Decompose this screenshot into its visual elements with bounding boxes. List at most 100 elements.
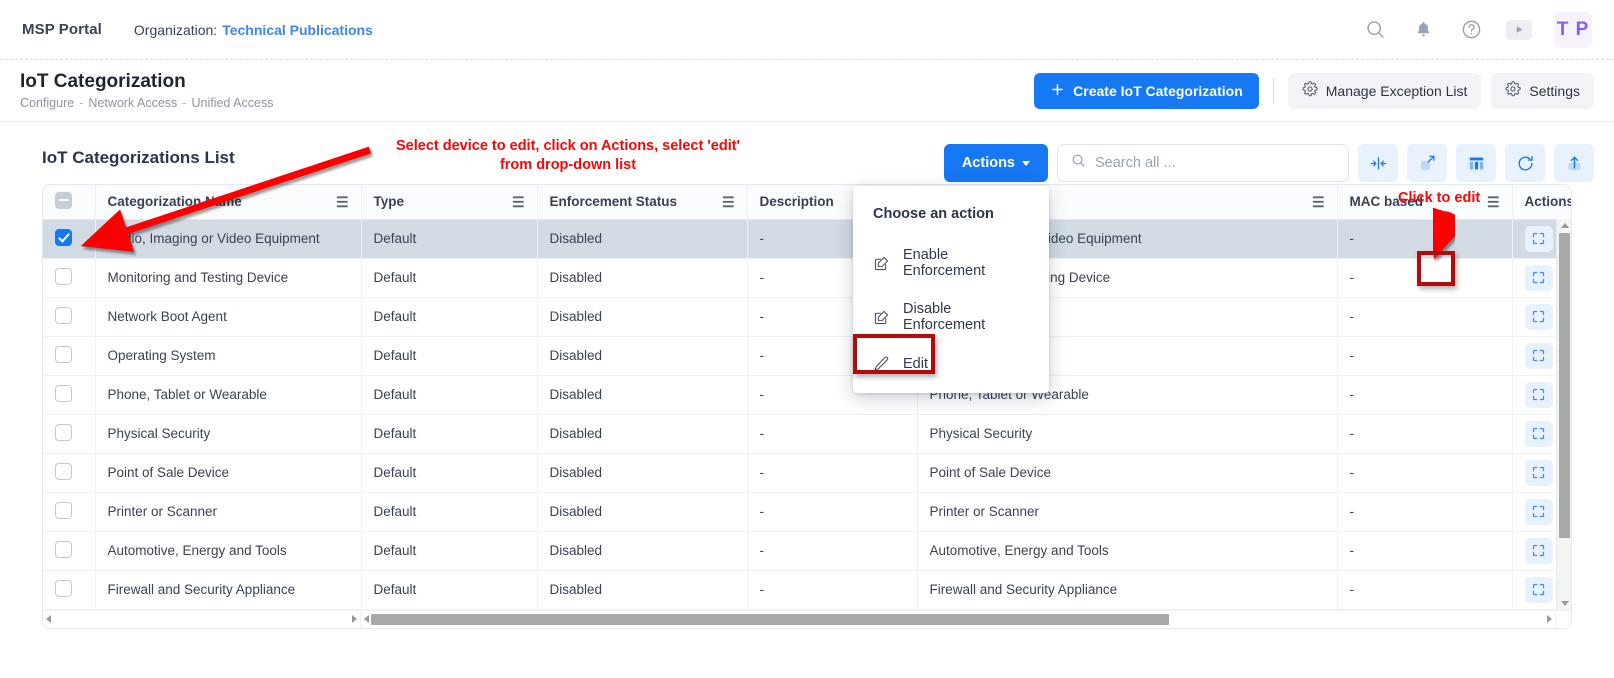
- scroll-right-arrow-icon[interactable]: [1547, 615, 1552, 623]
- organization-selector[interactable]: Organization:Technical Publications: [134, 22, 373, 38]
- menu-item-edit[interactable]: Edit: [853, 344, 1049, 383]
- breadcrumb-item-configure[interactable]: Configure: [20, 96, 74, 110]
- scroll-up-arrow-icon[interactable]: [1561, 223, 1569, 228]
- h-scroll-track[interactable]: [371, 614, 1545, 625]
- search-input[interactable]: [1095, 155, 1335, 171]
- detail-view-icon[interactable]: [1525, 265, 1553, 291]
- scroll-left-arrow-icon[interactable]: [364, 615, 369, 623]
- column-label: Description: [760, 194, 834, 209]
- horizontal-scroll-thumb[interactable]: [371, 614, 1169, 625]
- breadcrumb-item-network-access[interactable]: Network Access: [88, 96, 177, 110]
- select-all-checkbox[interactable]: [55, 192, 72, 209]
- table-row[interactable]: Audio, Imaging or Video EquipmentDefault…: [43, 219, 1572, 258]
- cell-description: -: [747, 453, 917, 492]
- page-header: IoT Categorization Configure - Network A…: [0, 60, 1614, 122]
- table-row[interactable]: Printer or ScannerDefaultDisabled-Printe…: [43, 492, 1572, 531]
- column-menu-icon[interactable]: ☰: [1487, 195, 1500, 209]
- row-checkbox-cell: [43, 453, 95, 492]
- column-label: Type: [374, 194, 405, 209]
- breadcrumb-separator: -: [182, 96, 186, 110]
- detail-view-icon[interactable]: [1525, 421, 1553, 447]
- vertical-scroll-thumb[interactable]: [1559, 233, 1570, 538]
- annotation-note-1-line-2: from drop-down list: [372, 156, 764, 175]
- create-iot-categorization-button[interactable]: Create IoT Categorization: [1034, 73, 1259, 109]
- scroll-left-arrow-icon[interactable]: [46, 615, 51, 623]
- cell-enforcement-status: Disabled: [537, 414, 747, 453]
- cell-mac-based: -: [1337, 336, 1512, 375]
- manage-exception-list-button[interactable]: Manage Exception List: [1288, 73, 1482, 109]
- row-checkbox[interactable]: [55, 424, 72, 441]
- row-checkbox[interactable]: [55, 502, 72, 519]
- pinned-horizontal-scrollbar[interactable]: [43, 611, 361, 628]
- refresh-icon[interactable]: [1505, 144, 1545, 182]
- columns-icon[interactable]: [1456, 144, 1496, 182]
- settings-button[interactable]: Settings: [1491, 73, 1594, 109]
- row-checkbox-cell: [43, 531, 95, 570]
- column-menu-icon[interactable]: ☰: [512, 195, 525, 209]
- search-icon[interactable]: [1362, 17, 1388, 43]
- export-icon[interactable]: [1554, 144, 1594, 182]
- row-checkbox[interactable]: [55, 346, 72, 363]
- actions-dropdown-button[interactable]: Actions: [944, 144, 1048, 182]
- cell-type: Default: [361, 258, 537, 297]
- table-row[interactable]: Firewall and Security ApplianceDefaultDi…: [43, 570, 1572, 609]
- column-menu-icon[interactable]: ☰: [336, 195, 349, 209]
- detail-view-icon[interactable]: [1525, 460, 1553, 486]
- play-icon[interactable]: [1506, 17, 1532, 43]
- bell-icon[interactable]: [1410, 17, 1436, 43]
- column-header-type[interactable]: Type ☰: [361, 185, 537, 219]
- organization-value[interactable]: Technical Publications: [222, 22, 373, 38]
- table-row[interactable]: Network Boot AgentDefaultDisabled-Networ…: [43, 297, 1572, 336]
- column-header-actions: Actions: [1512, 185, 1572, 219]
- row-checkbox[interactable]: [55, 385, 72, 402]
- table-body: Audio, Imaging or Video EquipmentDefault…: [43, 219, 1572, 609]
- table-row[interactable]: Physical SecurityDefaultDisabled-Physica…: [43, 414, 1572, 453]
- breadcrumb-item-unified-access[interactable]: Unified Access: [191, 96, 273, 110]
- gear-icon: [1505, 81, 1521, 100]
- detail-view-icon[interactable]: [1525, 304, 1553, 330]
- menu-item-disable-enforcement[interactable]: Disable Enforcement: [853, 290, 1049, 344]
- column-label: Categorization Name: [108, 194, 242, 209]
- cell-description: -: [747, 531, 917, 570]
- cell-type: Default: [361, 570, 537, 609]
- table-row[interactable]: Monitoring and Testing DeviceDefaultDisa…: [43, 258, 1572, 297]
- column-menu-icon[interactable]: ☰: [722, 195, 735, 209]
- scroll-right-arrow-icon[interactable]: [352, 615, 357, 623]
- detail-view-icon[interactable]: [1525, 382, 1553, 408]
- row-checkbox-cell: [43, 492, 95, 531]
- expand-icon[interactable]: [1407, 144, 1447, 182]
- column-header-name[interactable]: Categorization Name ☰: [95, 185, 361, 219]
- table-vertical-scrollbar[interactable]: [1556, 219, 1571, 610]
- table-row[interactable]: Automotive, Energy and ToolsDefaultDisab…: [43, 531, 1572, 570]
- fit-columns-icon[interactable]: [1358, 144, 1398, 182]
- row-checkbox[interactable]: [55, 268, 72, 285]
- search-box[interactable]: [1057, 144, 1349, 182]
- cell-enforcement-status: Disabled: [537, 570, 747, 609]
- detail-view-icon[interactable]: [1525, 226, 1553, 252]
- column-menu-icon[interactable]: ☰: [1312, 195, 1325, 209]
- row-checkbox[interactable]: [55, 580, 72, 597]
- row-checkbox[interactable]: [55, 229, 72, 246]
- detail-view-icon[interactable]: [1525, 577, 1553, 603]
- row-checkbox[interactable]: [55, 463, 72, 480]
- column-header-enforcement-status[interactable]: Enforcement Status ☰: [537, 185, 747, 219]
- cell-categorization-name: Firewall and Security Appliance: [95, 570, 361, 609]
- table-row[interactable]: Phone, Tablet or WearableDefaultDisabled…: [43, 375, 1572, 414]
- help-icon[interactable]: [1458, 17, 1484, 43]
- menu-item-enable-enforcement[interactable]: Enable Enforcement: [853, 236, 1049, 290]
- row-checkbox[interactable]: [55, 541, 72, 558]
- detail-view-icon[interactable]: [1525, 538, 1553, 564]
- avatar[interactable]: T P: [1554, 12, 1592, 48]
- scroll-down-arrow-icon[interactable]: [1561, 601, 1569, 606]
- cell-enforcement-status: Disabled: [537, 297, 747, 336]
- main-horizontal-scrollbar[interactable]: [361, 611, 1556, 628]
- cell-mac-based: -: [1337, 492, 1512, 531]
- settings-label: Settings: [1529, 83, 1580, 99]
- header-divider: [1273, 78, 1274, 104]
- detail-view-icon[interactable]: [1525, 499, 1553, 525]
- cell-enforcement-status: Disabled: [537, 492, 747, 531]
- table-row[interactable]: Point of Sale DeviceDefaultDisabled-Poin…: [43, 453, 1572, 492]
- row-checkbox[interactable]: [55, 307, 72, 324]
- detail-view-icon[interactable]: [1525, 343, 1553, 369]
- table-row[interactable]: Operating SystemDefaultDisabled-Operatin…: [43, 336, 1572, 375]
